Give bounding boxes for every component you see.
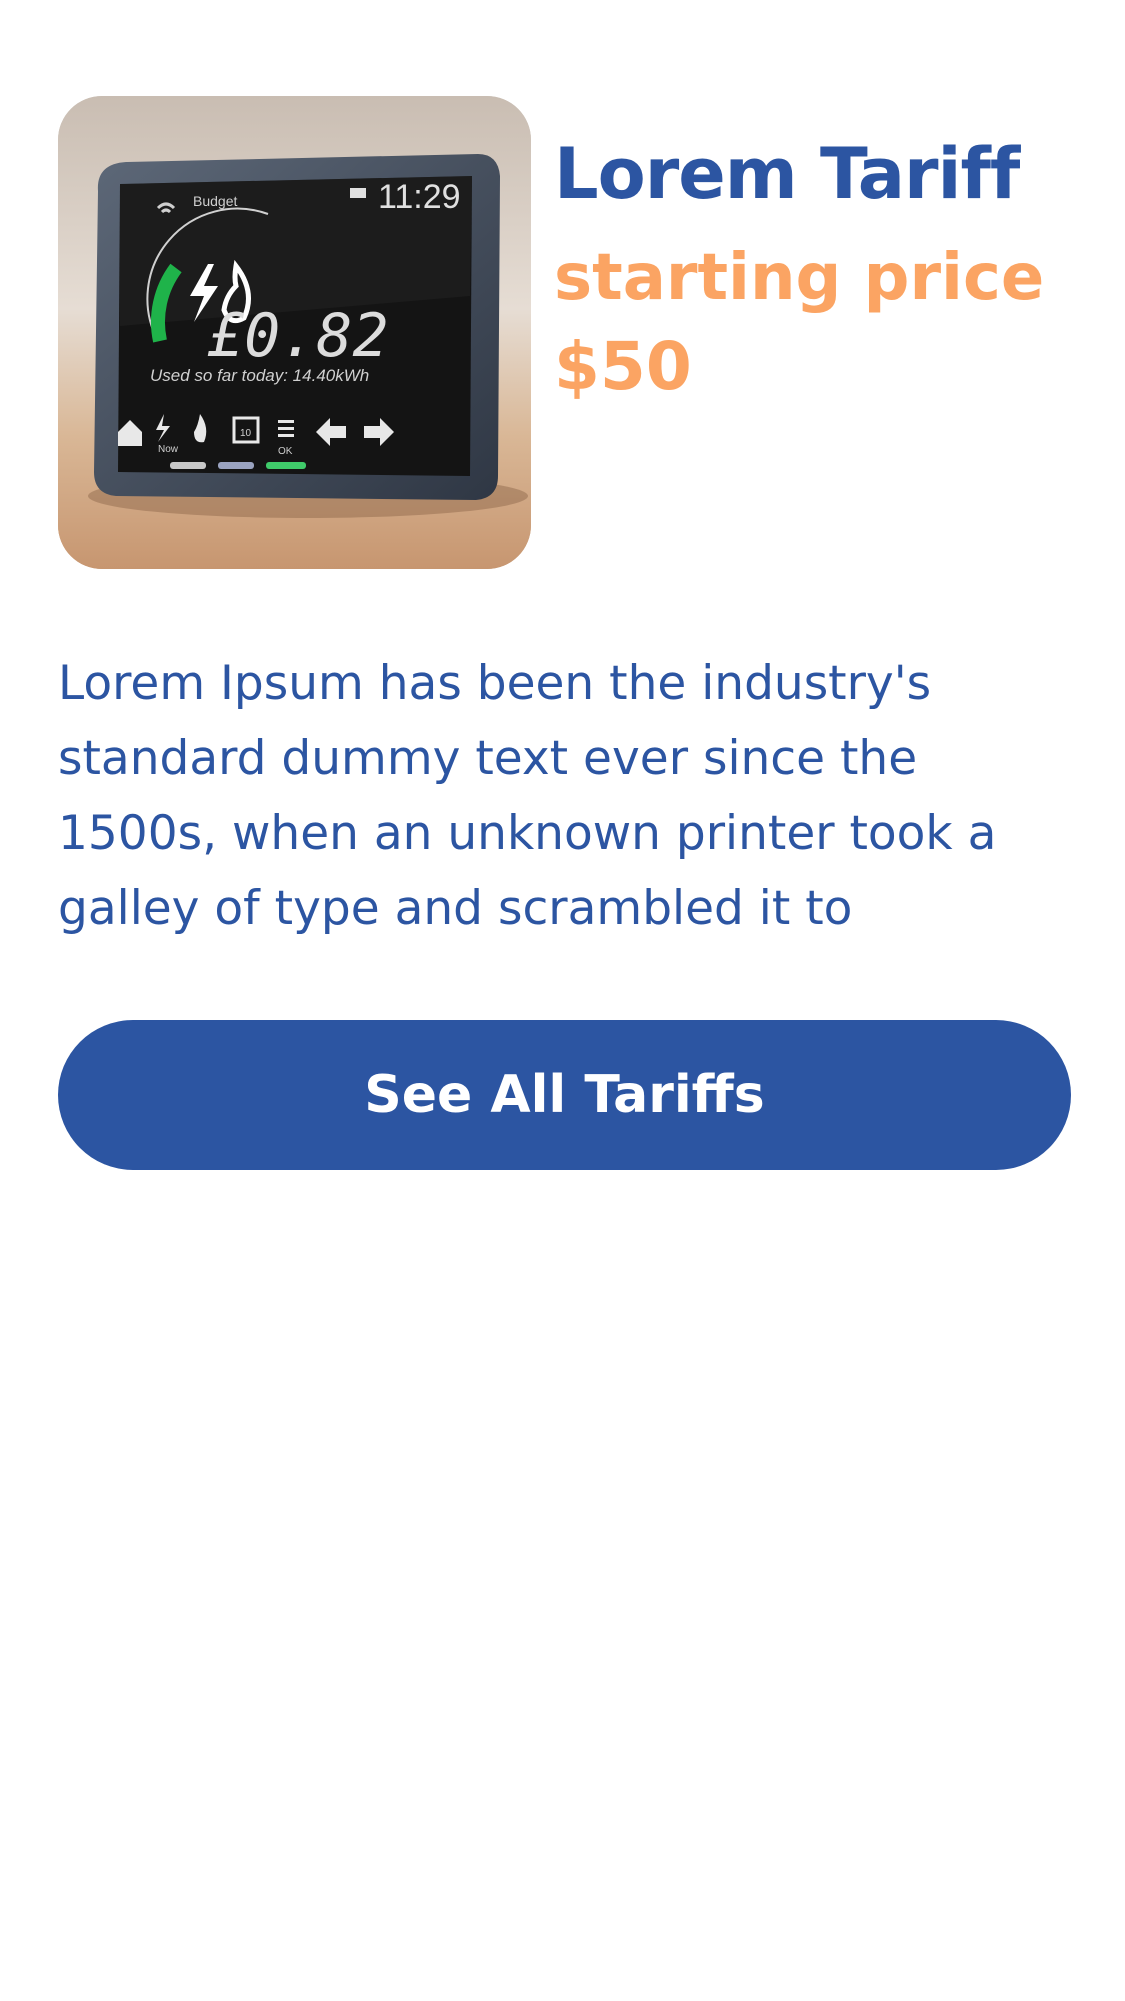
smart-meter-image: Budget 11:29 £0.82 Used so far today: 14… bbox=[58, 96, 531, 569]
screen-time: 11:29 bbox=[378, 178, 461, 216]
screen-budget-label: Budget bbox=[193, 193, 237, 209]
starting-price-label: starting price bbox=[554, 241, 1045, 315]
tariff-title: Lorem Tariff bbox=[554, 133, 1020, 215]
tariff-header: Budget 11:29 £0.82 Used so far today: 14… bbox=[58, 96, 1068, 569]
screen-calendar-label: 10 bbox=[240, 428, 252, 439]
screen-now-label: Now bbox=[158, 444, 179, 455]
screen-usage: Used so far today: 14.40kWh bbox=[150, 366, 369, 385]
screen-ok-label: OK bbox=[278, 446, 293, 457]
title-block: Lorem Tariff starting price $50 bbox=[554, 136, 1074, 404]
see-all-tariffs-button[interactable]: See All Tariffs bbox=[58, 1020, 1071, 1170]
price-value: $50 bbox=[554, 328, 692, 406]
screen-amount: £0.82 bbox=[207, 301, 389, 371]
tariff-description: Lorem Ipsum has been the industry's stan… bbox=[58, 656, 997, 936]
